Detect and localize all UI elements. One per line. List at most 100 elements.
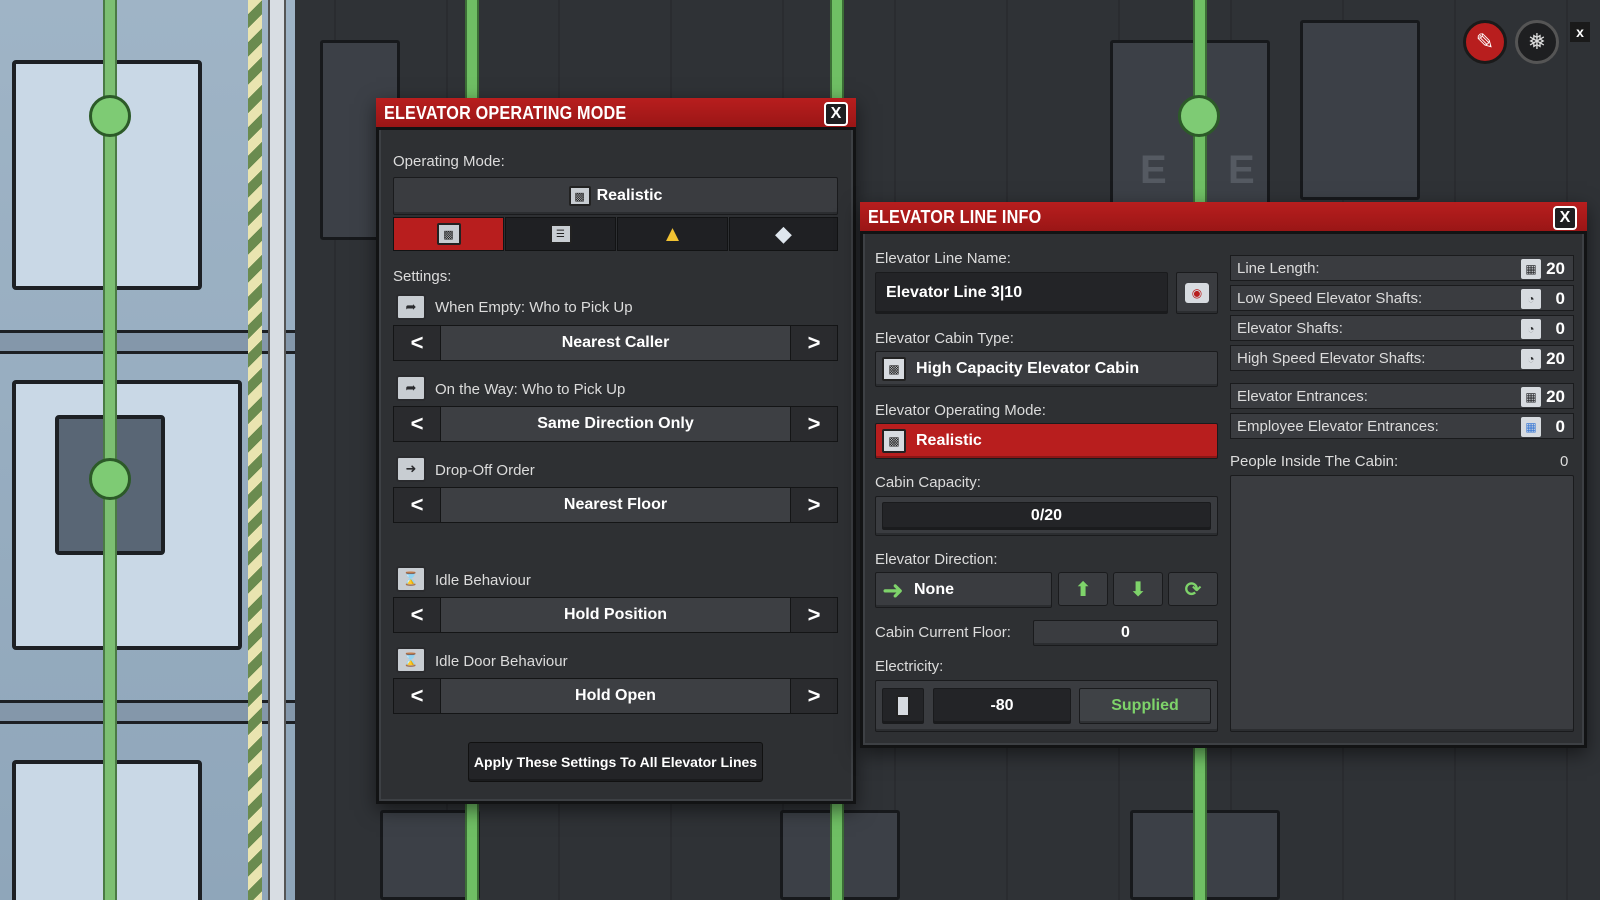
operating-mode-text: Realistic [916,432,982,449]
apply-all-button[interactable]: Apply These Settings To All Elevator Lin… [468,742,763,782]
hourglass-icon: ⌛ [396,566,426,592]
direction-display: ➜ None [875,572,1052,608]
electricity-value-box: -80 [933,688,1071,724]
elevator-cable [830,0,844,100]
mode-tab-broom[interactable]: ▲ [617,217,728,251]
realistic-mode-icon: ▩ [568,186,591,206]
floor-sign: E [1140,148,1167,192]
mode-tab-server[interactable]: ☰ [505,217,616,251]
battery-slot [882,688,924,724]
elevator-cable [465,800,479,900]
shaft-length-icon: ▦ [1521,259,1541,279]
setting-value: Hold Position [441,597,790,633]
stat-label: Low Speed Elevator Shafts: [1237,290,1423,307]
current-floor-label: Cabin Current Floor: [875,624,1011,641]
elevator-cable [465,0,479,100]
direction-up-button[interactable]: ⬆ [1058,572,1108,606]
stat-value: 20 [1546,387,1565,406]
pickup-arrow-icon: ➦ [396,375,426,401]
arrow-up-icon: ⬆ [1074,578,1092,601]
elevator-shaft-area [0,0,295,900]
pickup-arrow-icon: ➦ [396,294,426,320]
cabin-type-text: High Capacity Elevator Cabin [916,360,1140,377]
setting-prev-button[interactable]: < [393,678,441,714]
setting-label: Drop-Off Order [435,462,535,479]
floor-sign: E [1228,148,1255,192]
current-mode-text: Realistic [596,187,663,204]
setting-label: On the Way: Who to Pick Up [435,381,626,398]
cabin-icon: ▩ [882,357,906,381]
hazard-stripe [248,0,262,900]
tool-icon[interactable]: ✎ [1463,20,1507,64]
setting-next-button[interactable]: > [790,406,838,442]
realistic-mode-icon: ▩ [436,223,461,245]
stat-value: 0 [1555,319,1565,338]
line-info-title: ELEVATOR LINE INFO [868,207,1042,227]
current-floor-display: 0 [1033,620,1218,646]
operating-mode-label: Operating Mode: [393,153,505,170]
line-name-text: Elevator Line 3|10 [886,284,1023,301]
people-list[interactable] [1230,475,1574,732]
elevator-cable [1193,745,1207,900]
direction-down-button[interactable]: ⬇ [1113,572,1163,606]
stat-label: Elevator Shafts: [1237,320,1343,337]
film-reel-icon[interactable]: ❅ [1515,20,1559,64]
operating-mode-display[interactable]: ▩ Realistic [875,423,1218,459]
direction-cycle-button[interactable]: ⟳ [1168,572,1218,606]
electricity-status-box: Supplied [1079,688,1211,724]
setting-value: Same Direction Only [441,406,790,442]
stat-elevator-shafts: Elevator Shafts: ◔ 0 [1230,315,1574,341]
setting-prev-button[interactable]: < [393,325,441,361]
camera-button[interactable]: ◉ [1176,272,1218,314]
setting-value: Nearest Caller [441,325,790,361]
capacity-bar: 0/20 [882,502,1211,530]
low-speed-shaft-icon: ◔ [1521,289,1541,309]
operating-mode-close-button[interactable]: X [824,102,848,126]
setting-value: Hold Open [441,678,790,714]
mode-tab-gem[interactable]: ◆ [729,217,838,251]
refresh-icon: ⟳ [1184,578,1202,601]
people-label: People Inside The Cabin: [1230,453,1399,470]
line-name-input[interactable]: Elevator Line 3|10 [875,272,1168,314]
setting-label: When Empty: Who to Pick Up [435,299,633,316]
employee-entrance-icon: ▦ [1521,417,1541,437]
capacity-value: 0/20 [1030,507,1063,524]
setting-next-button[interactable]: > [790,325,838,361]
support-pole [268,0,286,900]
operating-mode-title: ELEVATOR OPERATING MODE [384,103,627,123]
cabin-type-display[interactable]: ▩ High Capacity Elevator Cabin [875,351,1218,387]
hourglass-icon: ⌛ [396,647,426,673]
people-count: 0 [1560,453,1569,470]
mode-tab-realistic[interactable]: ▩ [393,217,504,251]
operating-mode-header: ELEVATOR OPERATING MODE X [376,98,856,130]
setting-prev-button[interactable]: < [393,487,441,523]
cable-node [89,95,131,137]
stat-value: 20 [1546,349,1565,368]
direction-value: None [914,581,954,598]
setting-next-button[interactable]: > [790,597,838,633]
broom-mode-icon: ▲ [661,221,684,246]
high-speed-shaft-icon: ◔ [1521,349,1541,369]
setting-prev-button[interactable]: < [393,406,441,442]
shaft-icon: ◔ [1521,319,1541,339]
stat-label: High Speed Elevator Shafts: [1237,350,1426,367]
setting-label: Idle Behaviour [435,572,531,589]
setting-label: Idle Door Behaviour [435,653,568,670]
capacity-label: Cabin Capacity: [875,474,981,491]
cable-node [1178,95,1220,137]
battery-icon [896,695,910,717]
setting-next-button[interactable]: > [790,678,838,714]
stat-value: 0 [1555,289,1565,308]
electricity-frame: -80 Supplied [875,680,1218,732]
current-mode-display: ▩ Realistic [393,177,838,215]
line-info-close-button[interactable]: X [1553,206,1577,230]
setting-prev-button[interactable]: < [393,597,441,633]
apply-all-label: Apply These Settings To All Elevator Lin… [473,754,758,770]
shaft-door [1300,20,1420,200]
hud-close-button[interactable]: x [1570,22,1590,42]
setting-next-button[interactable]: > [790,487,838,523]
cabin-type-label: Elevator Cabin Type: [875,330,1014,347]
stat-employee-entrances: Employee Elevator Entrances: ▦ 0 [1230,413,1574,439]
setting-value: Nearest Floor [441,487,790,523]
arrow-right-icon: ➜ [882,575,904,605]
